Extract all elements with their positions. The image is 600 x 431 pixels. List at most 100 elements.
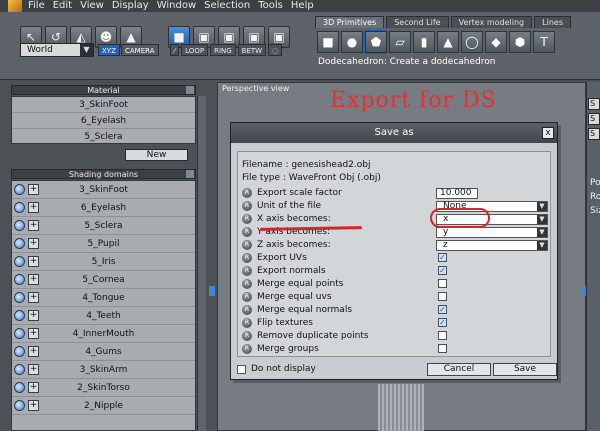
list-item[interactable]: +5_Iris [12, 253, 195, 271]
cone-icon[interactable]: ▲ [437, 31, 459, 53]
visibility-eye-icon[interactable] [14, 346, 25, 357]
cube-icon[interactable]: ■ [317, 31, 339, 53]
merge-groups-checkbox[interactable] [438, 344, 447, 353]
merge-points-checkbox[interactable] [438, 279, 447, 288]
list-item[interactable]: 5_Sclera [12, 129, 195, 143]
visibility-eye-icon[interactable] [14, 310, 25, 321]
list-item[interactable]: +4_InnerMouth [12, 325, 195, 343]
y-axis-select[interactable]: y ▼ [436, 227, 548, 238]
menu-file[interactable]: File [28, 0, 45, 12]
collapse-left-arrow-icon[interactable] [209, 286, 215, 296]
tab-second-life[interactable]: Second Life [386, 16, 449, 28]
new-material-button[interactable]: New [125, 149, 188, 161]
menu-window[interactable]: Window [157, 0, 196, 12]
loop-button[interactable]: LOOP [181, 44, 209, 56]
tab-vertex-modeling[interactable]: Vertex modeling [450, 16, 533, 28]
tab-3d-primitives[interactable]: 3D Primitives [315, 16, 385, 28]
geosphere-icon[interactable]: ⬢ [509, 31, 531, 53]
visibility-eye-icon[interactable] [14, 400, 25, 411]
plus-icon[interactable]: + [28, 400, 39, 411]
visibility-eye-icon[interactable] [14, 256, 25, 267]
merge-normals-checkbox[interactable]: ✓ [438, 305, 447, 314]
sphere-icon[interactable]: ● [341, 31, 363, 53]
list-item[interactable]: +6_Eyelash [12, 199, 195, 217]
plus-icon[interactable]: + [28, 382, 39, 393]
panel-pin-icon[interactable] [186, 170, 194, 178]
list-item[interactable]: 3_SkinFoot [12, 97, 195, 113]
visibility-eye-icon[interactable] [14, 274, 25, 285]
between-button[interactable]: BETW [237, 44, 267, 56]
reset-icon[interactable]: R [242, 279, 252, 289]
reset-icon[interactable]: R [242, 240, 252, 250]
z-axis-select[interactable]: z ▼ [436, 240, 548, 251]
right-panel-button[interactable]: S [588, 98, 600, 110]
right-panel-button[interactable]: S [588, 113, 600, 125]
cylinder-icon[interactable]: ▮ [413, 31, 435, 53]
reset-icon[interactable]: R [242, 318, 252, 328]
reset-icon[interactable]: R [242, 266, 252, 276]
list-item[interactable]: +4_Gums [12, 343, 195, 361]
plane-icon[interactable]: ▱ [389, 31, 411, 53]
plus-icon[interactable]: + [28, 274, 39, 285]
plus-icon[interactable]: + [28, 310, 39, 321]
plus-icon[interactable]: + [28, 364, 39, 375]
plus-icon[interactable]: + [28, 220, 39, 231]
menu-tools[interactable]: Tools [258, 0, 283, 12]
list-item[interactable]: +3_SkinFoot [12, 181, 195, 199]
menu-display[interactable]: Display [112, 0, 149, 12]
list-item[interactable]: +5_Pupil [12, 235, 195, 253]
wand-icon[interactable]: ⁄ [170, 44, 180, 56]
reset-icon[interactable]: R [242, 292, 252, 302]
ring-button[interactable]: RING [210, 44, 236, 56]
list-item[interactable]: +4_Teeth [12, 307, 195, 325]
visibility-eye-icon[interactable] [14, 328, 25, 339]
visibility-eye-icon[interactable] [14, 382, 25, 393]
visibility-eye-icon[interactable] [14, 364, 25, 375]
visibility-eye-icon[interactable] [14, 292, 25, 303]
plus-icon[interactable]: + [28, 184, 39, 195]
reset-icon[interactable]: R [242, 253, 252, 263]
plus-icon[interactable]: + [28, 202, 39, 213]
lasso-icon[interactable]: ◌ [268, 44, 283, 56]
plus-icon[interactable]: + [28, 256, 39, 267]
list-item[interactable]: +2_SkinTorso [12, 379, 195, 397]
menu-edit[interactable]: Edit [53, 0, 72, 12]
xyz-toggle[interactable]: XYZ [98, 44, 120, 56]
list-item[interactable]: +4_Tongue [12, 289, 195, 307]
list-item[interactable]: +3_SkinArm [12, 361, 195, 379]
reset-icon[interactable]: R [242, 344, 252, 354]
plus-icon[interactable]: + [28, 292, 39, 303]
visibility-eye-icon[interactable] [14, 202, 25, 213]
camera-toggle[interactable]: CAMERA [121, 44, 159, 56]
reset-icon[interactable]: R [242, 227, 252, 237]
list-item[interactable]: +5_Cornea [12, 271, 195, 289]
panel-pin-icon[interactable] [186, 86, 194, 94]
reset-icon[interactable]: R [242, 201, 252, 211]
remove-duplicates-checkbox[interactable] [438, 331, 447, 340]
reset-icon[interactable]: R [242, 305, 252, 315]
list-item[interactable]: 6_Eyelash [12, 113, 195, 129]
close-icon[interactable]: x [542, 127, 554, 139]
dodecahedron-icon[interactable]: ⬟ [364, 30, 388, 54]
export-normals-checkbox[interactable]: ✓ [438, 266, 447, 275]
menu-view[interactable]: View [80, 0, 104, 12]
ring-icon[interactable]: ◯ [461, 31, 483, 53]
cancel-button[interactable]: Cancel [427, 363, 491, 376]
flip-textures-checkbox[interactable]: ✓ [438, 318, 447, 327]
visibility-eye-icon[interactable] [14, 184, 25, 195]
octahedron-icon[interactable]: ◆ [485, 31, 507, 53]
save-button[interactable]: Save [493, 363, 557, 376]
do-not-display-checkbox[interactable] [237, 365, 246, 374]
menu-help[interactable]: Help [291, 0, 314, 12]
left-panel-scrollbar[interactable] [197, 96, 206, 431]
merge-uvs-checkbox[interactable] [438, 292, 447, 301]
right-panel-button[interactable]: S [588, 128, 600, 140]
tab-lines[interactable]: Lines [534, 16, 571, 28]
scale-factor-input[interactable]: 10.000 [436, 188, 478, 199]
visibility-eye-icon[interactable] [14, 220, 25, 231]
reset-icon[interactable]: R [242, 188, 252, 198]
plus-icon[interactable]: + [28, 328, 39, 339]
plus-icon[interactable]: + [28, 238, 39, 249]
world-space-select[interactable]: World ▼ [20, 43, 94, 57]
visibility-eye-icon[interactable] [14, 238, 25, 249]
